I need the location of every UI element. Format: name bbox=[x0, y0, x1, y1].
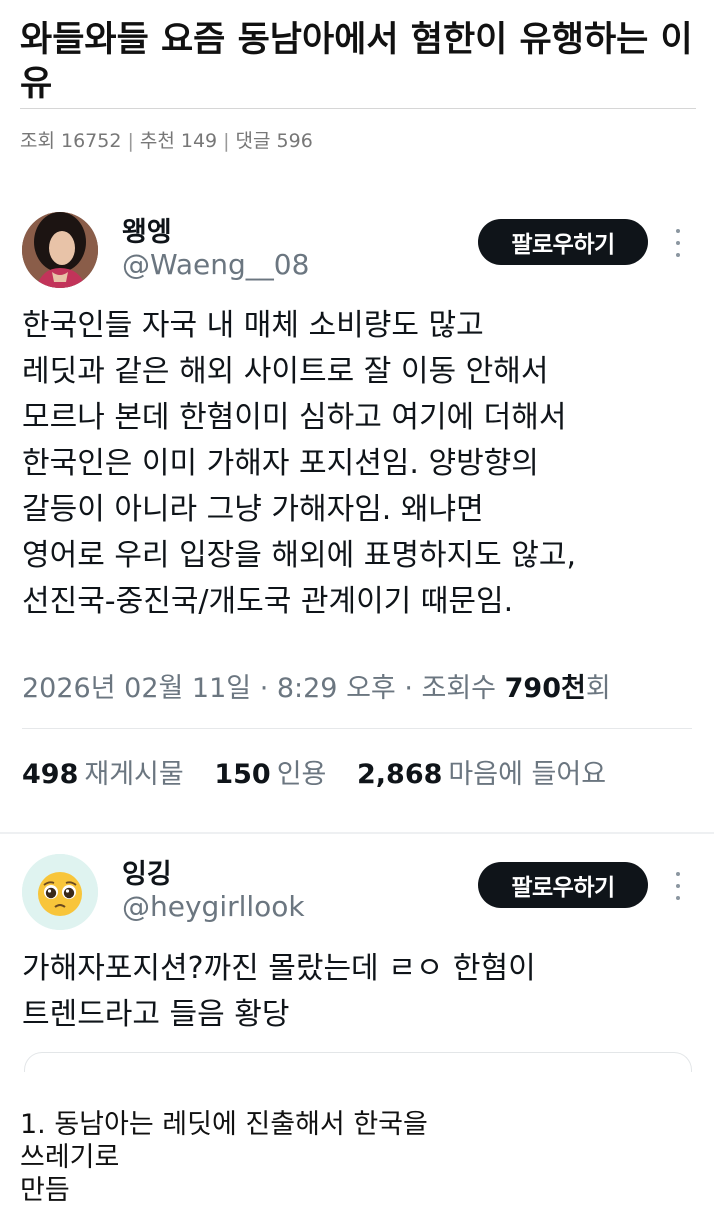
comment-count: 댓글 596 bbox=[235, 130, 313, 152]
view-count: 조회 16752 bbox=[20, 130, 122, 152]
handle[interactable]: @heygirllook bbox=[122, 890, 305, 923]
like-count: 2,868 bbox=[357, 759, 443, 790]
title-divider bbox=[20, 108, 696, 109]
like-label: 마음에 들어요 bbox=[448, 759, 607, 790]
tweet-stats: 498 재게시물 150 인용 2,868 마음에 들어요 bbox=[22, 752, 628, 791]
tweet-text: 가해자포지션?까진 몰랐는데 ㄹㅇ 한혐이 트렌드라고 들음 황당 bbox=[22, 946, 536, 1038]
more-vertical-icon[interactable] bbox=[670, 872, 686, 900]
more-vertical-icon[interactable] bbox=[670, 229, 686, 257]
tweet-text-line: 영어로 우리 입장을 해외에 표명하지도 않고, bbox=[22, 538, 577, 573]
tweet-text-line: 갈등이 아니라 그냥 가해자임. 왜냐면 bbox=[22, 492, 484, 527]
post-meta: 조회 16752 | 추천 149 | 댓글 596 bbox=[20, 126, 313, 153]
view-suffix: 회 bbox=[585, 673, 611, 704]
quote-stat[interactable]: 150 인용 bbox=[214, 759, 326, 790]
follow-button[interactable]: 팔로우하기 bbox=[478, 862, 648, 908]
meta-separator: | bbox=[223, 130, 230, 152]
tweet-text: 한국인들 자국 내 매체 소비량도 많고 레딧과 같은 해외 사이트로 잘 이동… bbox=[22, 303, 576, 625]
divider bbox=[22, 728, 692, 729]
tweet-text-line: 모르나 본데 한혐이미 심하고 여기에 더해서 bbox=[22, 400, 567, 435]
crop-cover bbox=[0, 1072, 714, 1112]
profile-photo-icon bbox=[22, 212, 98, 288]
caption-text: 1. 동남아는 레딧에 진출해서 한국을 쓰레기로 만듬 bbox=[20, 1108, 520, 1207]
meta-separator: | bbox=[127, 130, 134, 152]
handle[interactable]: @Waeng__08 bbox=[122, 248, 309, 281]
tweet-text-line: 트렌드라고 들음 황당 bbox=[22, 997, 290, 1032]
tweet-text-line: 레딧과 같은 해외 사이트로 잘 이동 안해서 bbox=[22, 354, 549, 389]
quote-label: 인용 bbox=[276, 759, 327, 790]
caption-line: 만듬 bbox=[20, 1175, 70, 1206]
recommend-count: 추천 149 bbox=[139, 130, 218, 152]
tweet-text-line: 한국인들 자국 내 매체 소비량도 많고 bbox=[22, 308, 484, 343]
display-name[interactable]: 잉깅 bbox=[122, 852, 172, 891]
timestamp-text: 2026년 02월 11일 · 8:29 오후 · 조회수 bbox=[22, 673, 497, 704]
tweet-text-line: 선진국-중진국/개도국 관계이기 때문임. bbox=[22, 584, 514, 619]
post-title: 와들와들 요즘 동남아에서 혐한이 유행하는 이유 bbox=[20, 20, 693, 104]
caption-line: 1. 동남아는 레딧에 진출해서 한국을 bbox=[20, 1109, 428, 1140]
avatar[interactable] bbox=[22, 212, 98, 288]
tweet-view-count: 790천 bbox=[504, 673, 586, 704]
display-name[interactable]: 왱엥 bbox=[122, 210, 172, 249]
section-divider bbox=[0, 832, 714, 834]
retweet-count: 498 bbox=[22, 759, 79, 790]
tweet-text-line: 가해자포지션?까진 몰랐는데 ㄹㅇ 한혐이 bbox=[22, 951, 536, 986]
caption-line: 쓰레기로 bbox=[20, 1142, 120, 1173]
avatar[interactable] bbox=[22, 854, 98, 930]
tweet-text-line: 한국인은 이미 가해자 포지션임. 양방향의 bbox=[22, 446, 539, 481]
pleading-face-emoji-icon bbox=[22, 854, 98, 930]
retweet-stat[interactable]: 498 재게시물 bbox=[22, 759, 184, 790]
quote-count: 150 bbox=[214, 759, 271, 790]
like-stat[interactable]: 2,868 마음에 들어요 bbox=[357, 759, 606, 790]
follow-button[interactable]: 팔로우하기 bbox=[478, 219, 648, 265]
tweet-timestamp[interactable]: 2026년 02월 11일 · 8:29 오후 · 조회수 790천회 bbox=[22, 666, 611, 705]
retweet-label: 재게시물 bbox=[84, 759, 184, 790]
